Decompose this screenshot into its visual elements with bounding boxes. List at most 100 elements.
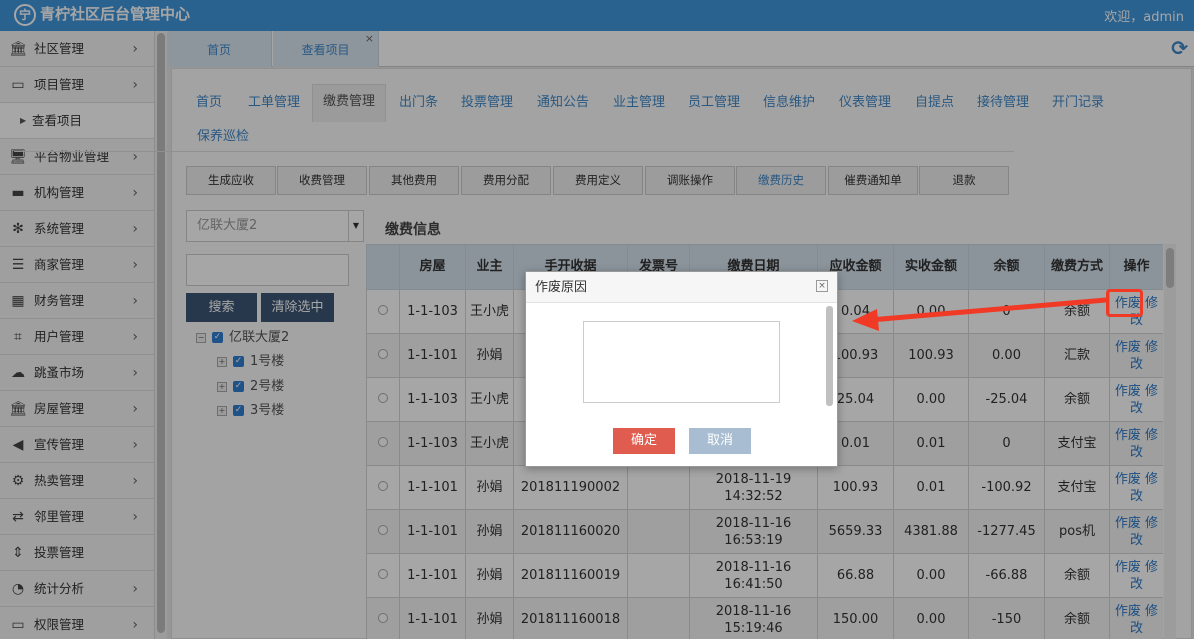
table-cell: 1-1-103 bbox=[399, 289, 466, 334]
sub-tab[interactable]: 缴费历史 bbox=[736, 166, 826, 195]
sidebar-item[interactable]: ⚙ 热卖管理 › bbox=[0, 463, 154, 499]
sub-tab[interactable]: 退款 bbox=[919, 166, 1009, 195]
module-tab[interactable]: 工单管理 bbox=[238, 86, 310, 120]
cancel-button[interactable]: 取消 bbox=[689, 428, 751, 454]
tab-view-project[interactable]: 查看项目 × bbox=[273, 31, 379, 67]
row-radio[interactable] bbox=[378, 349, 388, 359]
void-reason-textarea[interactable] bbox=[583, 321, 780, 403]
sub-tab[interactable]: 费用定义 bbox=[553, 166, 643, 195]
row-radio[interactable] bbox=[378, 437, 388, 447]
sub-tab[interactable]: 收费管理 bbox=[277, 166, 367, 195]
refresh-icon[interactable]: ⟳ bbox=[1171, 36, 1188, 60]
column-header[interactable]: 实收金额 bbox=[893, 244, 969, 290]
module-tab[interactable]: 开门记录 bbox=[1042, 86, 1114, 120]
module-tab[interactable]: 通知公告 bbox=[527, 86, 599, 120]
building-select[interactable]: 亿联大厦2 ▼ bbox=[186, 210, 364, 242]
sidebar-item[interactable]: ▦ 财务管理 › bbox=[0, 283, 154, 319]
module-tab[interactable]: 员工管理 bbox=[678, 86, 750, 120]
module-tab[interactable]: 业主管理 bbox=[603, 86, 675, 120]
dialog-scrollbar[interactable] bbox=[825, 304, 835, 419]
welcome-user[interactable]: 欢迎，admin bbox=[1104, 6, 1184, 25]
sidebar-item-label: 用户管理 bbox=[34, 329, 85, 344]
tab-home[interactable]: 首页 bbox=[167, 31, 272, 67]
table-cell bbox=[366, 289, 400, 334]
tree-node[interactable]: + ✓ 3号楼 bbox=[217, 403, 284, 419]
table-cell: 孙娟 bbox=[465, 597, 514, 639]
search-input[interactable] bbox=[186, 254, 349, 286]
module-tab[interactable]: 仪表管理 bbox=[829, 86, 901, 120]
row-radio[interactable] bbox=[378, 305, 388, 315]
row-actions[interactable]: 作废 修改 bbox=[1109, 509, 1163, 554]
module-tab[interactable]: 保养巡检 bbox=[187, 120, 259, 154]
expand-icon[interactable]: + bbox=[217, 356, 227, 367]
row-actions[interactable]: 作废 修改 bbox=[1109, 597, 1163, 639]
row-actions[interactable]: 作废 修改 bbox=[1109, 333, 1163, 378]
sidebar-item[interactable]: ✻ 系统管理 › bbox=[0, 211, 154, 247]
column-header[interactable]: 余额 bbox=[968, 244, 1045, 290]
sub-tab[interactable]: 其他费用 bbox=[369, 166, 459, 195]
row-radio[interactable] bbox=[378, 613, 388, 623]
sidebar-item[interactable]: ⇄ 邻里管理 › bbox=[0, 499, 154, 535]
table-row[interactable]: 1-1-101 孙娟 201811160018 2018-11-16 15:19:46… bbox=[366, 597, 1163, 639]
module-tab[interactable]: 首页 bbox=[186, 86, 232, 120]
sidebar-item[interactable]: 🖥 平台物业管理 › bbox=[0, 139, 154, 175]
row-actions[interactable]: 作废 修改 bbox=[1109, 465, 1163, 510]
table-row[interactable]: 1-1-101 孙娟 201811190002 2018-11-19 14:32:52… bbox=[366, 465, 1163, 510]
row-actions[interactable]: 作废 修改 bbox=[1109, 377, 1163, 422]
module-tab[interactable]: 接待管理 bbox=[967, 86, 1039, 120]
checkbox-icon[interactable]: ✓ bbox=[233, 381, 244, 392]
checkbox-icon[interactable]: ✓ bbox=[233, 356, 244, 367]
expand-icon[interactable]: + bbox=[217, 381, 227, 392]
sidebar-subitem[interactable]: ▶ 查看项目 bbox=[0, 103, 154, 139]
sidebar-item[interactable]: ☰ 商家管理 › bbox=[0, 247, 154, 283]
row-radio[interactable] bbox=[378, 393, 388, 403]
search-button[interactable]: 搜索 bbox=[186, 293, 257, 322]
tree-node[interactable]: + ✓ 1号楼 bbox=[217, 354, 284, 370]
sub-tab[interactable]: 调账操作 bbox=[645, 166, 735, 195]
checkbox-icon[interactable]: ✓ bbox=[212, 332, 223, 343]
sidebar-item[interactable]: ▬ 机构管理 › bbox=[0, 175, 154, 211]
retweet-icon: ⇄ bbox=[12, 509, 24, 525]
tree-root[interactable]: − ✓ 亿联大厦2 bbox=[196, 330, 289, 346]
row-radio[interactable] bbox=[378, 569, 388, 579]
row-radio[interactable] bbox=[378, 481, 388, 491]
sidebar-item[interactable]: ▭ 权限管理 › bbox=[0, 607, 154, 639]
sub-tab[interactable]: 生成应收 bbox=[186, 166, 276, 195]
module-tab[interactable]: 自提点 bbox=[905, 86, 964, 120]
collapse-icon[interactable]: − bbox=[196, 332, 206, 343]
sidebar-item-label: 房屋管理 bbox=[34, 401, 85, 416]
sidebar-item[interactable]: 🏛 房屋管理 › bbox=[0, 391, 154, 427]
sidebar-scrollbar[interactable] bbox=[155, 31, 167, 639]
sidebar-item[interactable]: ◔ 统计分析 › bbox=[0, 571, 154, 607]
sidebar-item[interactable]: 🏛 社区管理 › bbox=[0, 31, 154, 67]
module-tab[interactable]: 出门条 bbox=[389, 86, 448, 120]
column-header[interactable]: 缴费方式 bbox=[1044, 244, 1110, 290]
table-row[interactable]: 1-1-101 孙娟 201811160020 2018-11-16 16:53:19… bbox=[366, 509, 1163, 554]
module-tab[interactable]: 信息维护 bbox=[753, 86, 825, 120]
tree-node[interactable]: + ✓ 2号楼 bbox=[217, 379, 284, 395]
sidebar-item[interactable]: ⇕ 投票管理 bbox=[0, 535, 154, 571]
sub-tab[interactable]: 费用分配 bbox=[461, 166, 551, 195]
tab-close-icon[interactable]: × bbox=[365, 20, 374, 58]
confirm-button[interactable]: 确定 bbox=[613, 428, 675, 454]
sidebar-item[interactable]: ☁ 跳蚤市场 › bbox=[0, 355, 154, 391]
sidebar-item[interactable]: ⌗ 用户管理 › bbox=[0, 319, 154, 355]
expand-icon[interactable]: + bbox=[217, 405, 227, 416]
row-actions[interactable]: 作废 修改 bbox=[1109, 421, 1163, 466]
column-header[interactable]: 房屋 bbox=[399, 244, 466, 290]
column-header[interactable]: 操作 bbox=[1109, 244, 1163, 290]
table-scrollbar[interactable] bbox=[1164, 244, 1176, 639]
close-icon[interactable]: × bbox=[816, 280, 828, 292]
clear-selection-button[interactable]: 清除选中 bbox=[261, 293, 334, 322]
table-cell bbox=[366, 465, 400, 510]
checkbox-icon[interactable]: ✓ bbox=[233, 405, 244, 416]
sub-tab[interactable]: 催费通知单 bbox=[828, 166, 918, 195]
row-actions[interactable]: 作废 修改 bbox=[1109, 553, 1163, 598]
sidebar-item[interactable]: ▭ 项目管理 › bbox=[0, 67, 154, 103]
row-radio[interactable] bbox=[378, 525, 388, 535]
table-row[interactable]: 1-1-101 孙娟 201811160019 2018-11-16 16:41:50… bbox=[366, 553, 1163, 598]
sidebar-item[interactable]: ◀ 宣传管理 › bbox=[0, 427, 154, 463]
module-tab[interactable]: 缴费管理 bbox=[312, 84, 387, 122]
column-header[interactable]: 业主 bbox=[465, 244, 514, 290]
module-tab[interactable]: 投票管理 bbox=[451, 86, 523, 120]
